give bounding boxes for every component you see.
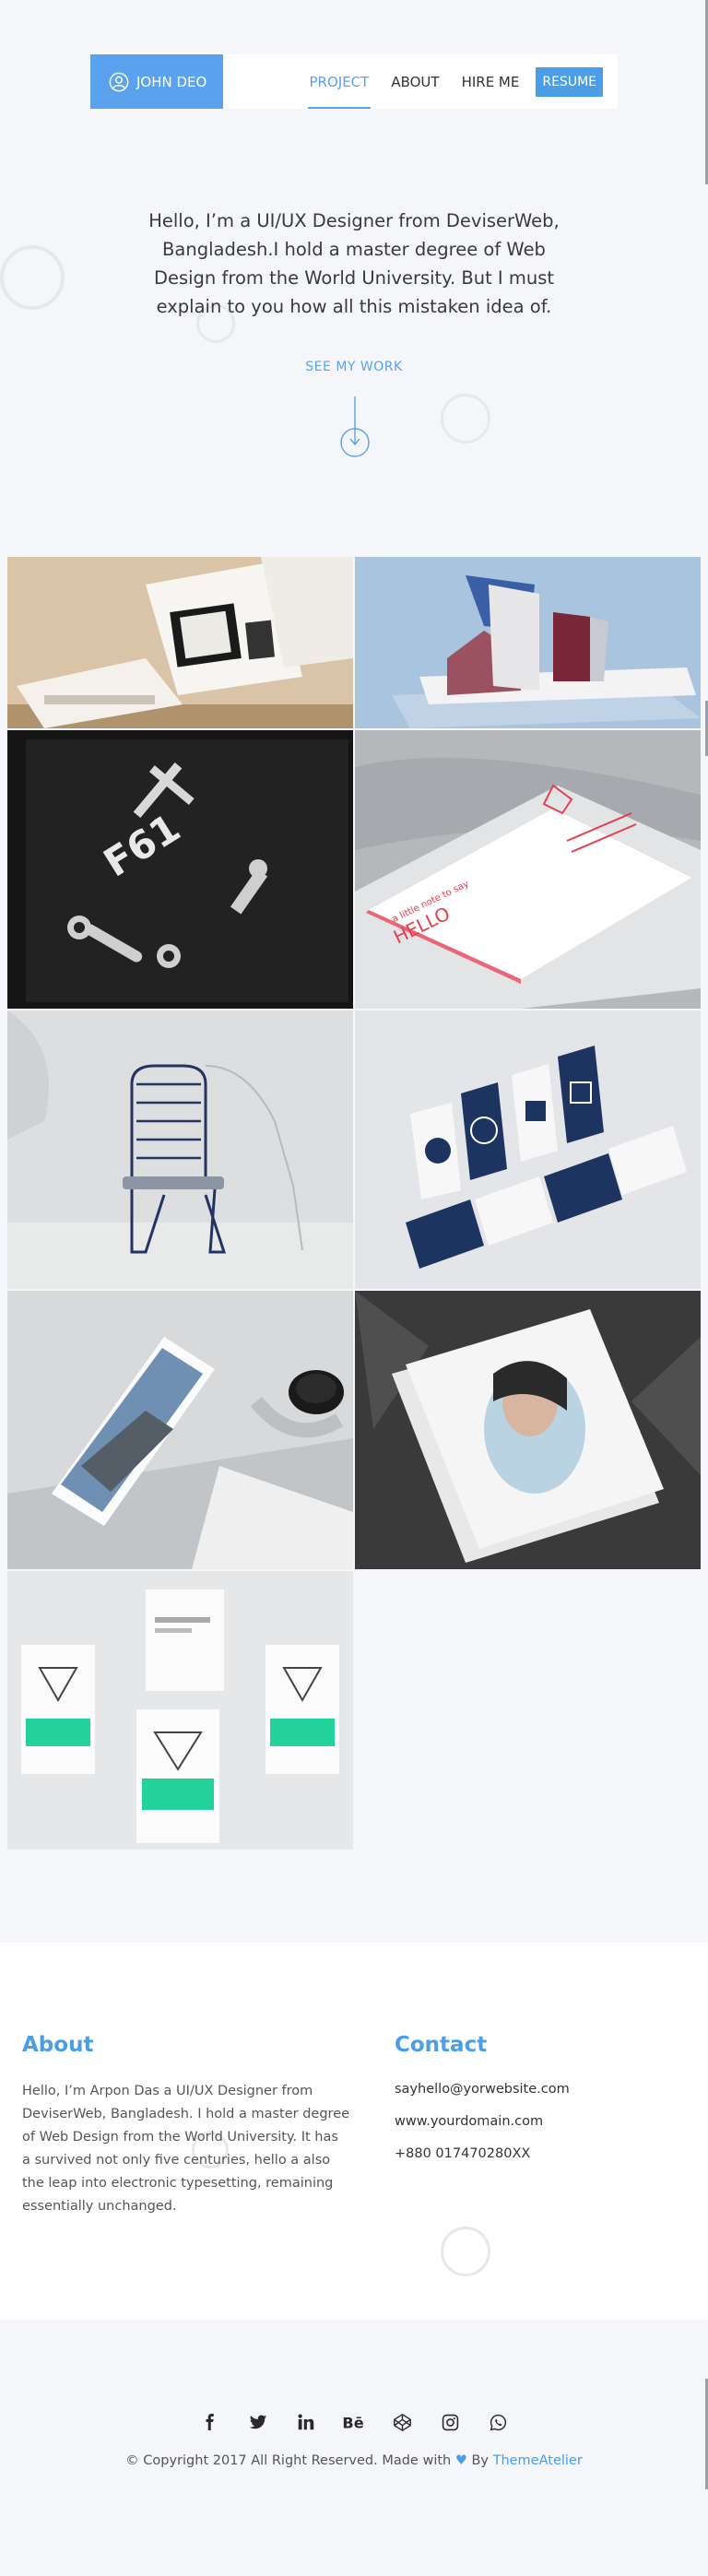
codepen-icon[interactable] — [390, 2410, 414, 2434]
copyright-by: By — [471, 2453, 489, 2468]
brand-name: JOHN DEO — [136, 73, 207, 90]
nav-about[interactable]: ABOUT — [380, 54, 450, 109]
user-circle-icon — [109, 72, 129, 92]
top-navigation: JOHN DEO PROJECT ABOUT HIRE ME RESUME — [90, 54, 618, 109]
themeatelier-link[interactable]: ThemeAtelier — [493, 2453, 583, 2468]
nav-hire-me[interactable]: HIRE ME — [451, 54, 531, 109]
about-heading: About — [22, 2033, 94, 2057]
portfolio-item-brochure[interactable] — [7, 557, 353, 728]
contact-phone[interactable]: +880 017470280XX — [395, 2146, 530, 2161]
instagram-icon[interactable] — [438, 2410, 462, 2434]
hero-intro: Hello, I’m a UI/UX Designer from Deviser… — [148, 210, 560, 317]
see-my-work-link[interactable]: SEE MY WORK — [0, 360, 708, 374]
portfolio-item-wire-chair[interactable] — [7, 1010, 353, 1289]
decor-circle — [441, 394, 490, 443]
facebook-icon[interactable] — [198, 2410, 222, 2434]
portfolio-item-magazine-stack[interactable] — [355, 1291, 701, 1569]
portfolio-item-letterpress-card[interactable]: HELLO a little note to say — [355, 730, 701, 1009]
svg-text:Bē: Bē — [342, 2414, 363, 2430]
contact-website[interactable]: www.yourdomain.com — [395, 2114, 543, 2129]
contact-email[interactable]: sayhello@yorwebsite.com — [395, 2082, 570, 2097]
linkedin-icon[interactable] — [294, 2410, 318, 2434]
portfolio-item-photo-print[interactable] — [7, 1291, 353, 1569]
arrow-down-circle-icon[interactable] — [338, 396, 372, 461]
decor-circle — [0, 245, 65, 310]
social-links: Bē — [0, 2410, 708, 2434]
resume-button[interactable]: RESUME — [536, 66, 603, 97]
brand-logo[interactable]: JOHN DEO — [90, 54, 223, 109]
contact-heading: Contact — [395, 2033, 488, 2057]
copyright-prefix: © Copyright 2017 All Right Reserved. Mad… — [125, 2453, 452, 2468]
copyright-text: © Copyright 2017 All Right Reserved. Mad… — [0, 2453, 708, 2468]
portfolio-item-coffee-bags[interactable] — [7, 1571, 353, 1849]
portfolio-item-f61-tools[interactable]: F61 — [7, 730, 353, 1009]
about-text: Hello, I’m Arpon Das a UI/UX Designer fr… — [22, 2084, 350, 2214]
nav-project[interactable]: PROJECT — [299, 54, 381, 109]
portfolio-item-business-cards[interactable] — [355, 1010, 701, 1289]
main-menu: PROJECT ABOUT HIRE ME RESUME — [299, 54, 603, 109]
behance-icon[interactable]: Bē — [342, 2410, 366, 2434]
heart-icon: ♥ — [454, 2453, 467, 2468]
whatsapp-icon[interactable] — [486, 2410, 510, 2434]
twitter-icon[interactable] — [246, 2410, 270, 2434]
portfolio-item-folded-cards[interactable] — [355, 557, 701, 728]
decor-circle — [441, 2227, 490, 2276]
